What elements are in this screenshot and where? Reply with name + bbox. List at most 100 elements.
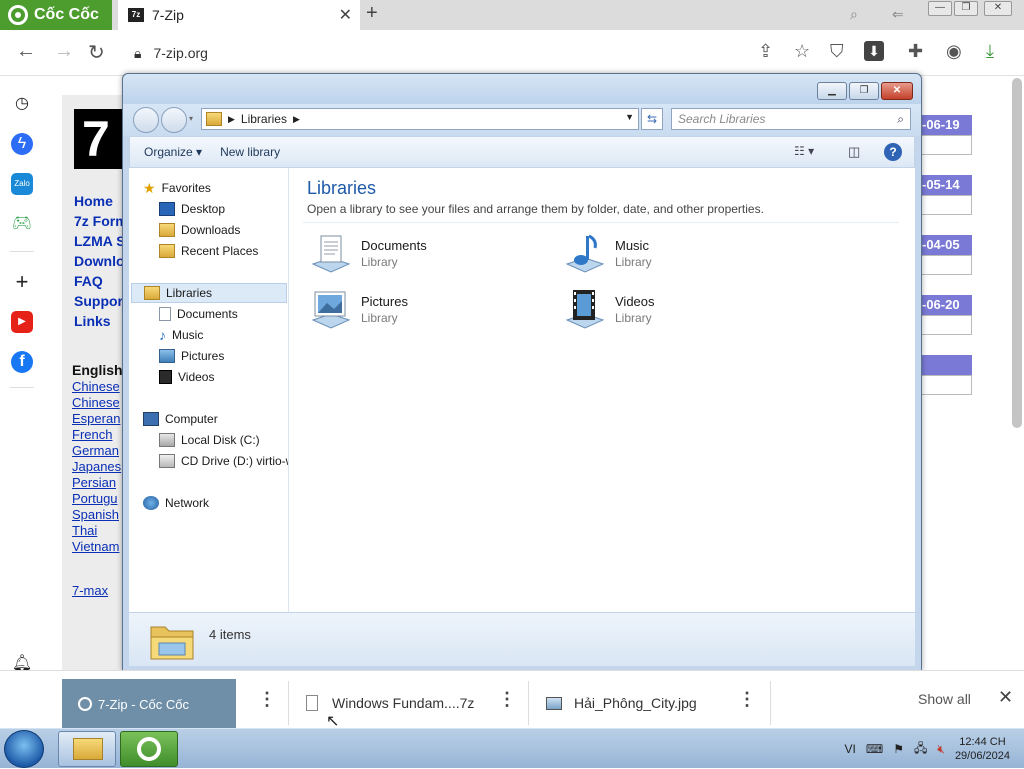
lang-link[interactable]: German — [72, 443, 119, 458]
messenger-icon[interactable]: ϟ — [11, 133, 33, 155]
preview-pane-icon[interactable]: ◫ — [848, 144, 860, 160]
lang-link[interactable]: Portugu — [72, 491, 118, 506]
explorer-search-input[interactable]: Search Libraries ⌕ — [671, 108, 911, 130]
nav-link-7z-format[interactable]: 7z Form — [74, 213, 128, 229]
lang-link[interactable]: Vietnam — [72, 539, 119, 554]
library-pictures[interactable]: Pictures Library — [307, 286, 537, 336]
organize-menu[interactable]: Organize ▾ — [144, 145, 202, 159]
flag-icon[interactable]: ⚑ — [893, 742, 904, 756]
nav-libraries[interactable]: Libraries — [131, 283, 287, 303]
explorer-refresh-button[interactable]: ⇆ — [641, 108, 663, 130]
profile-icon[interactable]: ◉ — [946, 41, 962, 62]
nav-documents[interactable]: Documents — [159, 304, 238, 324]
close-downloads-icon[interactable]: ✕ — [998, 687, 1013, 708]
share-icon[interactable]: ⇪ — [758, 41, 773, 62]
library-music[interactable]: Music Library — [561, 230, 791, 280]
search-tabs-icon[interactable]: ⌕ — [850, 6, 858, 23]
nav-link-links[interactable]: Links — [74, 313, 111, 329]
nav-pictures[interactable]: Pictures — [159, 346, 224, 366]
downloads-icon[interactable]: ⤓ — [986, 41, 994, 62]
clock[interactable]: 12:44 CH 29/06/2024 — [955, 735, 1010, 763]
nav-link-faq[interactable]: FAQ — [74, 273, 103, 289]
facebook-icon[interactable]: f — [11, 351, 33, 373]
address-dropdown-icon[interactable]: ▼ — [625, 112, 634, 122]
7max-link[interactable]: 7-max — [72, 583, 108, 598]
show-all-button[interactable]: Show all — [918, 691, 971, 707]
new-library-button[interactable]: New library — [220, 145, 280, 159]
nav-recent-places[interactable]: Recent Places — [159, 241, 258, 261]
maximize-button[interactable]: ❐ — [954, 1, 978, 16]
history-icon[interactable]: ◷ — [11, 93, 33, 115]
nav-link-lzma-sdk[interactable]: LZMA S — [74, 233, 126, 249]
new-tab-icon[interactable]: + — [366, 2, 378, 25]
lang-link[interactable]: Spanish — [72, 507, 119, 522]
language-indicator[interactable]: VI — [845, 742, 856, 756]
explorer-forward-button[interactable] — [161, 107, 187, 133]
volume-muted-icon[interactable]: 🔇︎ — [937, 742, 945, 757]
url-bar[interactable]: 🔒︎ 7-zip.org — [128, 38, 898, 68]
nav-favorites[interactable]: ★ Favorites — [143, 178, 211, 198]
nav-link-home[interactable]: Home — [74, 193, 113, 209]
explorer-back-button[interactable] — [133, 107, 159, 133]
add-icon[interactable]: + — [11, 271, 33, 293]
lang-link[interactable]: Chinese — [72, 379, 120, 394]
download-item[interactable]: Hải_Phông_City.jpg — [546, 679, 697, 727]
reload-icon[interactable]: ↻ — [88, 40, 105, 65]
breadcrumb-arrow-icon[interactable]: ▶ — [293, 114, 300, 125]
taskbar-coccoc-button[interactable] — [120, 731, 178, 767]
explorer-close-button[interactable]: ✕ — [881, 82, 913, 100]
nav-computer[interactable]: Computer — [143, 409, 218, 429]
view-options-icon[interactable]: ☷ ▾ — [794, 144, 814, 158]
start-button[interactable] — [4, 730, 44, 768]
tab-7zip[interactable]: 7z 7-Zip ✕ — [118, 0, 360, 30]
close-tab-icon[interactable]: ✕ — [339, 5, 352, 25]
explorer-minimize-button[interactable]: ▁ — [817, 82, 847, 100]
forward-icon[interactable]: → — [54, 40, 74, 63]
library-videos[interactable]: Videos Library — [561, 286, 791, 336]
explorer-title-bar[interactable]: ▁ ❐ ✕ — [123, 74, 921, 104]
back-icon[interactable]: ← — [16, 40, 36, 63]
lang-link[interactable]: French — [72, 427, 112, 442]
back-arrow-icon[interactable]: ⇐ — [892, 6, 904, 23]
lang-link[interactable]: Persian — [72, 475, 116, 490]
nav-cd-drive[interactable]: CD Drive (D:) virtio-w — [159, 451, 288, 471]
lang-link[interactable]: Thai — [72, 523, 97, 538]
library-documents[interactable]: Documents Library — [307, 230, 537, 280]
network-tray-icon[interactable]: 🖧︎ — [914, 739, 927, 760]
bookmark-star-icon[interactable]: ☆ — [794, 41, 810, 62]
nav-videos[interactable]: Videos — [159, 367, 214, 387]
taskbar-explorer-button[interactable] — [58, 731, 116, 767]
search-icon[interactable]: ⌕ — [897, 112, 904, 127]
shield-icon[interactable]: ⛉ — [830, 41, 844, 62]
explorer-maximize-button[interactable]: ❐ — [849, 82, 879, 100]
nav-desktop[interactable]: Desktop — [159, 199, 225, 219]
nav-network[interactable]: Network — [143, 493, 209, 513]
page-scrollbar[interactable] — [1012, 78, 1022, 428]
download-options-icon[interactable]: ⋮ — [498, 689, 516, 710]
game-controller-icon[interactable]: 🎮︎ — [11, 213, 33, 235]
minimize-button[interactable]: — — [928, 1, 952, 16]
youtube-icon[interactable]: ▶ — [11, 311, 33, 333]
zalo-icon[interactable]: Zalo — [11, 173, 33, 195]
breadcrumb-arrow-icon[interactable]: ▶ — [228, 114, 235, 125]
lang-link[interactable]: Japanes — [72, 459, 121, 474]
keyboard-icon[interactable]: ⌨ — [866, 742, 883, 756]
explorer-address-bar[interactable]: ▶ Libraries ▶ ▼ — [201, 108, 639, 130]
download-options-icon[interactable]: ⋮ — [258, 689, 276, 710]
address-breadcrumb-libraries[interactable]: Libraries — [241, 112, 287, 126]
help-icon[interactable]: ? — [884, 143, 902, 161]
nav-music[interactable]: ♪ Music — [159, 325, 203, 345]
download-save-icon[interactable]: ⬇ — [864, 41, 884, 61]
download-options-icon[interactable]: ⋮ — [738, 689, 756, 710]
nav-link-download[interactable]: Downlo — [74, 253, 125, 269]
lang-link[interactable]: Chinese — [72, 395, 120, 410]
nav-local-disk[interactable]: Local Disk (C:) — [159, 430, 260, 450]
download-item-active[interactable]: 7-Zip - Cốc Cốc — [62, 679, 236, 729]
nav-downloads[interactable]: Downloads — [159, 220, 240, 240]
lang-link[interactable]: Esperan — [72, 411, 120, 426]
nav-link-support[interactable]: Suppor — [74, 293, 123, 309]
close-window-button[interactable]: ✕ — [984, 1, 1012, 16]
recent-pages-chevron-icon[interactable]: ▾ — [189, 114, 193, 123]
extensions-icon[interactable]: ✚ — [908, 41, 923, 62]
browser-brand-menu[interactable]: Cốc Cốc — [0, 0, 112, 30]
